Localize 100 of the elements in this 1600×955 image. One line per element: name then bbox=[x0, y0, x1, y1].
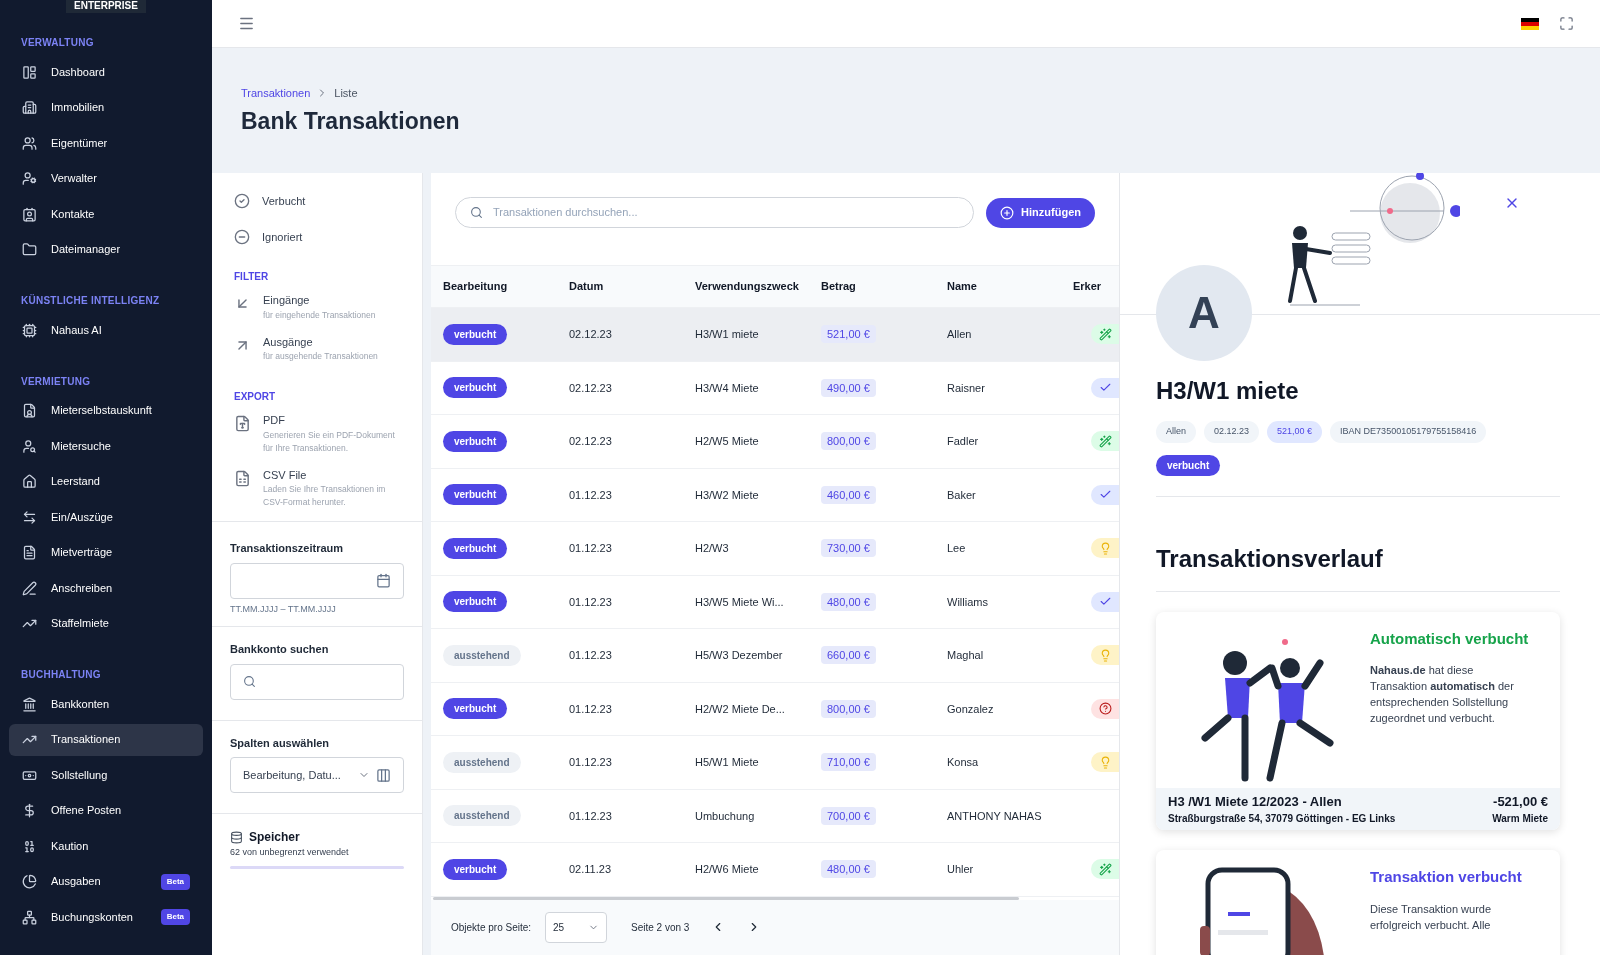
table-row[interactable]: verbucht 02.12.23 H2/W5 Miete 800,00 € Fadler bbox=[431, 415, 1119, 469]
filter-option[interactable]: PDF Generieren Sie ein PDF-Dokument für Ihre Transaktionen. bbox=[234, 412, 400, 455]
table-cell-text: 02.12.23 bbox=[569, 434, 613, 449]
columns-select[interactable]: Bearbeitung, Datu... bbox=[230, 757, 404, 793]
booking-title: H3 /W1 Miete 12/2023 - Allen bbox=[1168, 792, 1342, 811]
table-cell-text: 01.12.23 bbox=[569, 487, 613, 503]
table-row[interactable]: verbucht 01.12.23 H3/W2 Miete 460,00 € Baker bbox=[431, 468, 1119, 522]
table-row[interactable]: verbucht 02.12.23 H3/W4 Miete 490,00 € Raisner bbox=[431, 361, 1119, 415]
amount-badge: 490,00 € bbox=[821, 378, 876, 397]
sidebar-item[interactable]: Staffelmiete bbox=[9, 607, 203, 640]
table-cell-text: 02.12.23 bbox=[569, 327, 613, 342]
search-icon bbox=[243, 675, 256, 688]
sidebar-item[interactable]: Sollstellung bbox=[9, 759, 203, 791]
wand-icon bbox=[1098, 862, 1112, 876]
section-title: KÜNSTLICHE INTELLIGENZ bbox=[20, 293, 161, 308]
option-subtitle: Generieren Sie ein PDF-Dokument für Ihre Transaktionen. bbox=[263, 428, 396, 455]
table-cell-text: 01.12.23 bbox=[569, 808, 613, 824]
table-row[interactable]: ausstehend 01.12.23 H5/W1 Miete 710,00 € Konsa bbox=[431, 736, 1119, 790]
sidebar-item[interactable]: Offene Posten bbox=[9, 794, 203, 827]
menu-button[interactable] bbox=[238, 15, 255, 32]
bank-search-field[interactable] bbox=[230, 663, 404, 700]
sidebar-item[interactable]: Anschreiben bbox=[9, 572, 203, 604]
section-title: VERWALTUNG bbox=[20, 36, 95, 50]
sidebar-item[interactable]: Mietersuche bbox=[9, 430, 203, 462]
table-cell-text: H5/W3 Dezember bbox=[695, 648, 784, 663]
table-cell-text: 01.12.23 bbox=[569, 541, 613, 556]
status-filter[interactable]: Ignoriert bbox=[234, 219, 400, 255]
table-cell-text: Gonzalez bbox=[947, 701, 995, 717]
search-input[interactable]: Transaktionen durchsuchen... bbox=[493, 204, 960, 221]
table-row[interactable]: ausstehend 01.12.23 H5/W3 Dezember 660,00 € Maghal bbox=[431, 629, 1119, 683]
sidebar-item[interactable]: Buchungskonten Beta bbox=[9, 901, 203, 933]
sidebar-item[interactable]: Immobilien bbox=[9, 91, 203, 124]
table-cell-text: Konsa bbox=[947, 755, 980, 770]
card-title: Transaktion verbucht bbox=[1370, 867, 1523, 887]
booking-amount: -521,00 € bbox=[1493, 792, 1548, 811]
sidebar-item[interactable]: Ein/Auszüge bbox=[9, 501, 203, 533]
flag-icon bbox=[1521, 17, 1539, 30]
column-header: Datum bbox=[569, 279, 605, 295]
column-header: Bearbeitung bbox=[443, 279, 509, 295]
sidebar-item[interactable]: Mietverträge bbox=[9, 536, 203, 569]
option-title: Ausgänge bbox=[263, 334, 314, 350]
filter-option[interactable]: Ausgänge für ausgehende Transaktionen bbox=[234, 333, 400, 363]
section-title: VERMIETUNG bbox=[20, 374, 92, 389]
status-filter[interactable]: Verbucht bbox=[234, 183, 400, 219]
group-title: EXPORT bbox=[234, 390, 277, 404]
section-heading: Transaktionsverlauf bbox=[1156, 540, 1560, 592]
sidebar-item[interactable]: Transaktionen bbox=[9, 723, 203, 756]
status-badge: verbucht bbox=[443, 430, 508, 452]
sidebar-item[interactable]: Leerstand bbox=[9, 465, 203, 498]
amount-badge: 710,00 € bbox=[821, 753, 876, 771]
table-row[interactable]: verbucht 01.12.23 H2/W2 Miete De... 800,00 € Gonzalez bbox=[431, 682, 1119, 736]
table-cell-text: H2/W2 Miete De... bbox=[695, 701, 786, 717]
table-cell-text: Raisner bbox=[947, 380, 986, 396]
status-badge: verbucht bbox=[443, 377, 508, 399]
table-cell-text: Umbuchung bbox=[695, 808, 756, 824]
sidebar-item[interactable]: Dashboard bbox=[9, 56, 203, 88]
column-header: Betrag bbox=[821, 279, 857, 295]
status-badge: verbucht bbox=[443, 323, 508, 345]
add-button[interactable]: Hinzufügen bbox=[986, 197, 1095, 228]
per-page-select[interactable]: 25 bbox=[545, 911, 608, 943]
column-header: Erker bbox=[1073, 279, 1103, 295]
sidebar-item[interactable]: Mieterselbstauskunft bbox=[9, 394, 203, 427]
table-cell-text: Maghal bbox=[947, 648, 985, 663]
beta-badge: Beta bbox=[160, 873, 190, 890]
sidebar-item[interactable]: Bankkonten bbox=[9, 688, 203, 720]
sidebar-item[interactable]: Verwalter bbox=[9, 162, 203, 195]
avatar: A bbox=[1156, 265, 1252, 361]
table-row[interactable]: verbucht 02.11.23 H2/W6 Miete 480,00 € Uhler bbox=[431, 843, 1119, 897]
table-row[interactable]: verbucht 01.12.23 H2/W3 730,00 € Lee bbox=[431, 522, 1119, 576]
sidebar-item[interactable]: Ausgaben Beta bbox=[9, 865, 203, 898]
sidebar-item[interactable]: Kontakte bbox=[9, 198, 203, 230]
breadcrumb-link[interactable]: Transaktionen bbox=[241, 85, 311, 102]
amount-badge: 800,00 € bbox=[821, 432, 876, 450]
beta-badge: Beta bbox=[160, 909, 190, 925]
sidebar-item[interactable]: Dateimanager bbox=[9, 233, 203, 266]
date-range-field[interactable] bbox=[230, 562, 404, 599]
filter-option[interactable]: CSV File Laden Sie Ihre Transaktionen im CSV-Format herunter. bbox=[234, 466, 400, 509]
status-badge: ausstehend bbox=[443, 751, 521, 773]
sidebar-item[interactable]: Nahaus AI bbox=[9, 314, 203, 346]
table-row[interactable]: ausstehend 01.12.23 Umbuchung 700,00 € ANTHONY NAHAS bbox=[431, 789, 1119, 843]
option-title: PDF bbox=[263, 413, 286, 428]
csv-file-icon bbox=[234, 469, 251, 487]
table-row[interactable]: verbucht 02.12.23 H3/W1 miete 521,00 € Allen bbox=[431, 308, 1119, 362]
card-title: Automatisch verbucht bbox=[1370, 628, 1530, 649]
sidebar-item[interactable]: Kaution bbox=[9, 830, 203, 862]
field-label: Bankkonto suchen bbox=[230, 642, 330, 657]
storage-usage: 62 von unbegrenzt verwendet bbox=[230, 846, 350, 859]
table-cell-text: 02.12.23 bbox=[569, 380, 613, 396]
table-cell-text: 02.11.23 bbox=[569, 862, 612, 877]
table-cell-text: H2/W3 bbox=[695, 541, 730, 556]
amount-badge: 480,00 € bbox=[821, 592, 876, 611]
filter-option[interactable]: Eingänge für eingehende Transaktionen bbox=[234, 292, 400, 322]
option-title: Eingänge bbox=[263, 293, 311, 308]
amount-badge: 660,00 € bbox=[821, 646, 876, 664]
field-label: Spalten auswählen bbox=[230, 735, 331, 751]
card-text: Diese Transaktion wurde erfolgreich verbucht. Alle bbox=[1370, 901, 1493, 933]
check-circle-icon bbox=[234, 193, 250, 209]
sidebar-item[interactable]: Eigentümer bbox=[9, 127, 203, 159]
table-row[interactable]: verbucht 01.12.23 H3/W5 Miete Wi... 480,00 € Williams bbox=[431, 575, 1119, 629]
fullscreen-button[interactable] bbox=[1559, 16, 1574, 31]
